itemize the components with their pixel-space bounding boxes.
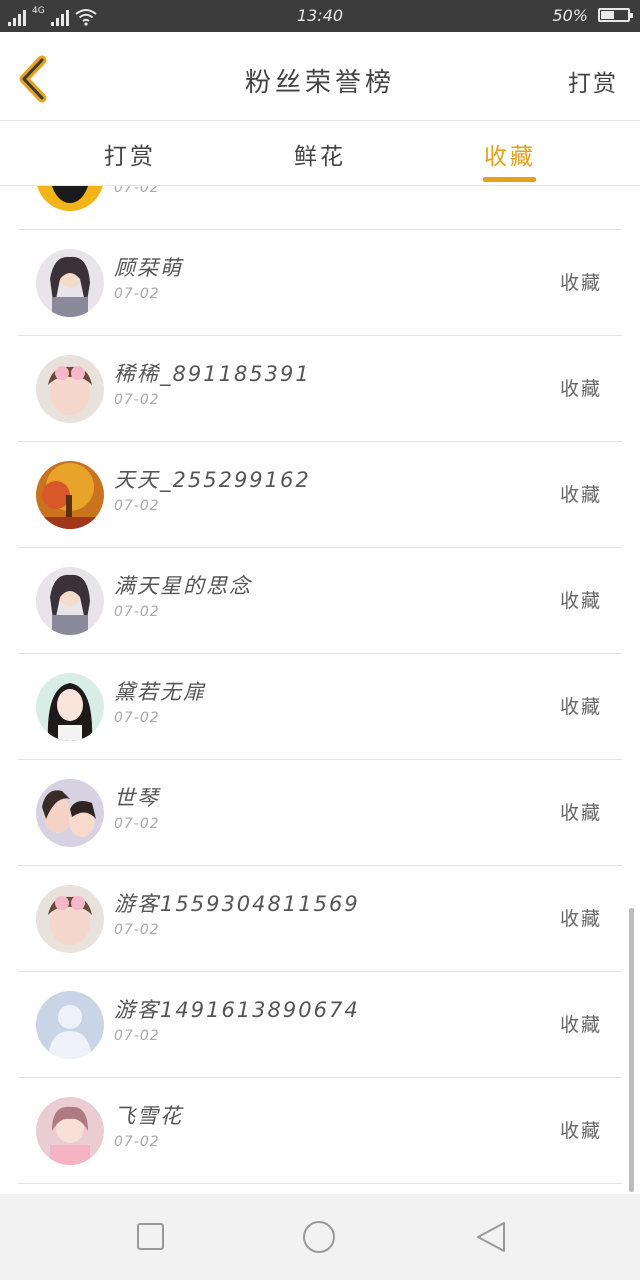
item-date: 07-02 [114, 816, 160, 832]
action-label: 收藏 [559, 802, 602, 824]
user-name: 天天_255299162 [114, 468, 311, 492]
action-label: 收藏 [559, 590, 602, 612]
item-date: 07-02 [114, 710, 160, 726]
action-label: 收藏 [559, 696, 602, 718]
back-button[interactable] [474, 1220, 508, 1254]
item-date: 07-02 [114, 604, 160, 620]
user-name: 黛若无扉 [114, 680, 206, 704]
home-button[interactable] [302, 1220, 336, 1254]
action-label: 收藏 [559, 272, 602, 294]
avatar[interactable] [36, 1097, 104, 1165]
user-name: 游客1491613890674 [114, 998, 360, 1022]
avatar[interactable] [36, 991, 104, 1059]
action-label: 收藏 [559, 378, 602, 400]
list-item[interactable]: 满天星的思念 07-02 收藏 [18, 548, 622, 654]
list-item[interactable]: 游客1559304811569 07-02 收藏 [18, 866, 622, 972]
user-name: 飞雪花 [114, 1104, 183, 1128]
item-date: 07-02 [114, 392, 160, 408]
item-date: 07-02 [114, 922, 160, 938]
action-label: 收藏 [559, 1120, 602, 1142]
battery-percent: 50% [552, 6, 588, 25]
list-item[interactable]: 游客1491613890674 07-02 收藏 [18, 972, 622, 1078]
item-date: 07-02 [114, 186, 160, 196]
avatar[interactable] [36, 249, 104, 317]
list-item[interactable]: 飞雪花 07-02 收藏 [18, 1078, 622, 1184]
item-date: 07-02 [114, 1134, 160, 1150]
tab-reward[interactable]: 打赏 [70, 137, 190, 171]
action-label: 收藏 [559, 1014, 602, 1036]
item-date: 07-02 [114, 498, 160, 514]
status-bar: 4G 13:40 50% [0, 0, 640, 32]
avatar[interactable] [36, 355, 104, 423]
battery-fill [601, 11, 614, 19]
scrollbar[interactable] [629, 908, 634, 1192]
recent-apps-button[interactable] [134, 1220, 168, 1254]
item-date: 07-02 [114, 286, 160, 302]
avatar[interactable] [36, 567, 104, 635]
action-label: 收藏 [559, 908, 602, 930]
list-item[interactable]: 天天_255299162 07-02 收藏 [18, 442, 622, 548]
user-name: 稀稀_891185391 [114, 362, 311, 386]
app-header: 粉丝荣誉榜 打赏 [0, 32, 640, 121]
tab-bar: 打赏 鲜花 收藏 [0, 121, 640, 186]
action-label: 收藏 [559, 484, 602, 506]
list-item[interactable]: 黛若无扉 07-02 收藏 [18, 654, 622, 760]
tab-flowers[interactable]: 鲜花 [260, 137, 380, 171]
user-name: 满天星的思念 [114, 574, 252, 598]
user-name: 游客1559304811569 [114, 892, 360, 916]
list-item[interactable]: 稀稀_891185391 07-02 收藏 [18, 336, 622, 442]
action-label: 收藏 [560, 186, 602, 189]
user-name: 世琴 [114, 786, 160, 810]
page-title: 粉丝荣誉榜 [244, 68, 395, 98]
tab-favorites[interactable]: 收藏 [450, 137, 570, 171]
fan-list[interactable]: 07-02收藏顾栞萌07-02收藏稀稀_89118539107-02收藏天天_2… [18, 186, 622, 1194]
reward-button[interactable]: 打赏 [568, 64, 618, 98]
avatar[interactable] [36, 186, 104, 211]
avatar[interactable] [36, 673, 104, 741]
list-item[interactable]: 07-02 收藏 [18, 186, 622, 230]
item-date: 07-02 [114, 1028, 160, 1044]
user-name: 顾栞萌 [114, 256, 183, 280]
active-tab-indicator [483, 177, 536, 182]
status-time: 13:40 [296, 6, 344, 25]
avatar[interactable] [36, 885, 104, 953]
list-item[interactable]: 世琴 07-02 收藏 [18, 760, 622, 866]
avatar[interactable] [36, 779, 104, 847]
avatar[interactable] [36, 461, 104, 529]
system-nav-bar [0, 1194, 640, 1280]
battery-icon [598, 8, 633, 22]
list-item[interactable]: 顾栞萌 07-02 收藏 [18, 230, 622, 336]
